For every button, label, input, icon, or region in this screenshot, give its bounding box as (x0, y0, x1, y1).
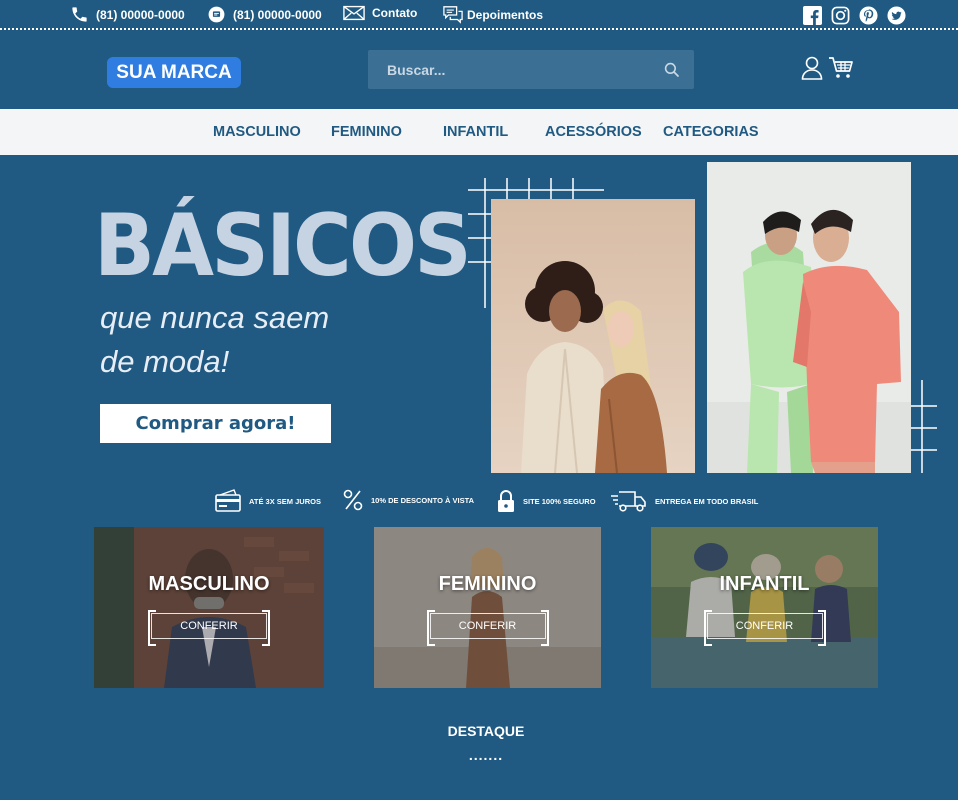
social-links (803, 6, 906, 25)
whatsapp-contact[interactable]: (81) 00000-0000 (207, 5, 322, 24)
check-infantil-button[interactable]: CONFERIR (703, 610, 826, 646)
feature-label: 10% DE DESCONTO À VISTA (371, 495, 475, 505)
search-bar (368, 50, 694, 89)
feature-secure: SITE 100% SEGURO (497, 489, 596, 513)
shop-now-button[interactable]: Comprar agora! (100, 404, 331, 443)
truck-icon (611, 491, 646, 512)
feature-delivery: ENTREGA EM TODO BRASIL (611, 489, 758, 513)
whatsapp-number: (81) 00000-0000 (233, 7, 322, 22)
phone-number: (81) 00000-0000 (96, 7, 185, 22)
category-title: MASCULINO (148, 573, 270, 595)
main-nav: MASCULINO FEMININO INFANTIL ACESSÓRIOS C… (0, 109, 958, 155)
top-bar: (81) 00000-0000 (81) 00000-0000 Contato … (0, 0, 958, 30)
percent-icon (343, 489, 363, 511)
cart-icon[interactable] (828, 56, 854, 85)
hero-photo-women (491, 199, 695, 473)
phone-icon (72, 7, 87, 22)
twitter-icon[interactable] (887, 6, 906, 25)
section-dots: ....... (468, 747, 504, 763)
feature-installments: ATÉ 3X SEM JUROS (215, 489, 321, 513)
hero-subtitle-line1: que nunca saem (100, 300, 330, 335)
facebook-icon[interactable] (803, 6, 822, 25)
pinterest-icon[interactable] (859, 6, 878, 25)
category-title: INFANTIL (719, 573, 810, 595)
nav-categorias[interactable]: CATEGORIAS (663, 124, 759, 140)
chat-icon (208, 6, 225, 23)
hero-photo-men (707, 162, 911, 473)
nav-infantil[interactable]: INFANTIL (443, 124, 508, 140)
user-icon[interactable] (801, 56, 823, 85)
envelope-icon (343, 5, 365, 21)
search-input[interactable] (368, 50, 650, 89)
contact-label: Contato (372, 6, 418, 20)
phone-contact[interactable]: (81) 00000-0000 (70, 5, 185, 24)
section-title: DESTAQUE (447, 723, 525, 739)
header: SUA MARCA (0, 32, 958, 109)
testimonials-link[interactable]: Depoimentos (442, 5, 543, 25)
instagram-icon[interactable] (831, 6, 850, 25)
comments-icon (443, 6, 463, 24)
feature-discount: 10% DE DESCONTO À VISTA (343, 489, 474, 511)
hero-title: BÁSICOS (94, 196, 472, 296)
contact-link[interactable]: Contato (343, 5, 417, 21)
nav-feminino[interactable]: FEMININO (331, 124, 402, 140)
feature-label: SITE 100% SEGURO (523, 496, 596, 506)
category-card-infantil[interactable]: INFANTIL CONFERIR (651, 527, 878, 688)
hero-subtitle: que nunca saem de moda! (100, 296, 400, 384)
check-feminino-button[interactable]: CONFERIR (426, 610, 549, 646)
nav-masculino[interactable]: MASCULINO (213, 124, 301, 140)
nav-acessorios[interactable]: ACESSÓRIOS (545, 124, 642, 140)
testimonials-label: Depoimentos (467, 8, 544, 22)
lock-icon (498, 490, 514, 512)
hero-subtitle-line2: de moda! (100, 344, 230, 379)
category-card-masculino[interactable]: MASCULINO CONFERIR (94, 527, 324, 688)
feature-label: ATÉ 3X SEM JUROS (249, 496, 321, 506)
feature-label: ENTREGA EM TODO BRASIL (655, 496, 759, 506)
credit-card-icon (215, 489, 241, 512)
brand-logo[interactable]: SUA MARCA (107, 57, 241, 88)
search-icon[interactable] (650, 50, 694, 89)
category-title: FEMININO (438, 573, 537, 595)
check-masculino-button[interactable]: CONFERIR (148, 610, 270, 646)
category-card-feminino[interactable]: FEMININO CONFERIR (374, 527, 601, 688)
